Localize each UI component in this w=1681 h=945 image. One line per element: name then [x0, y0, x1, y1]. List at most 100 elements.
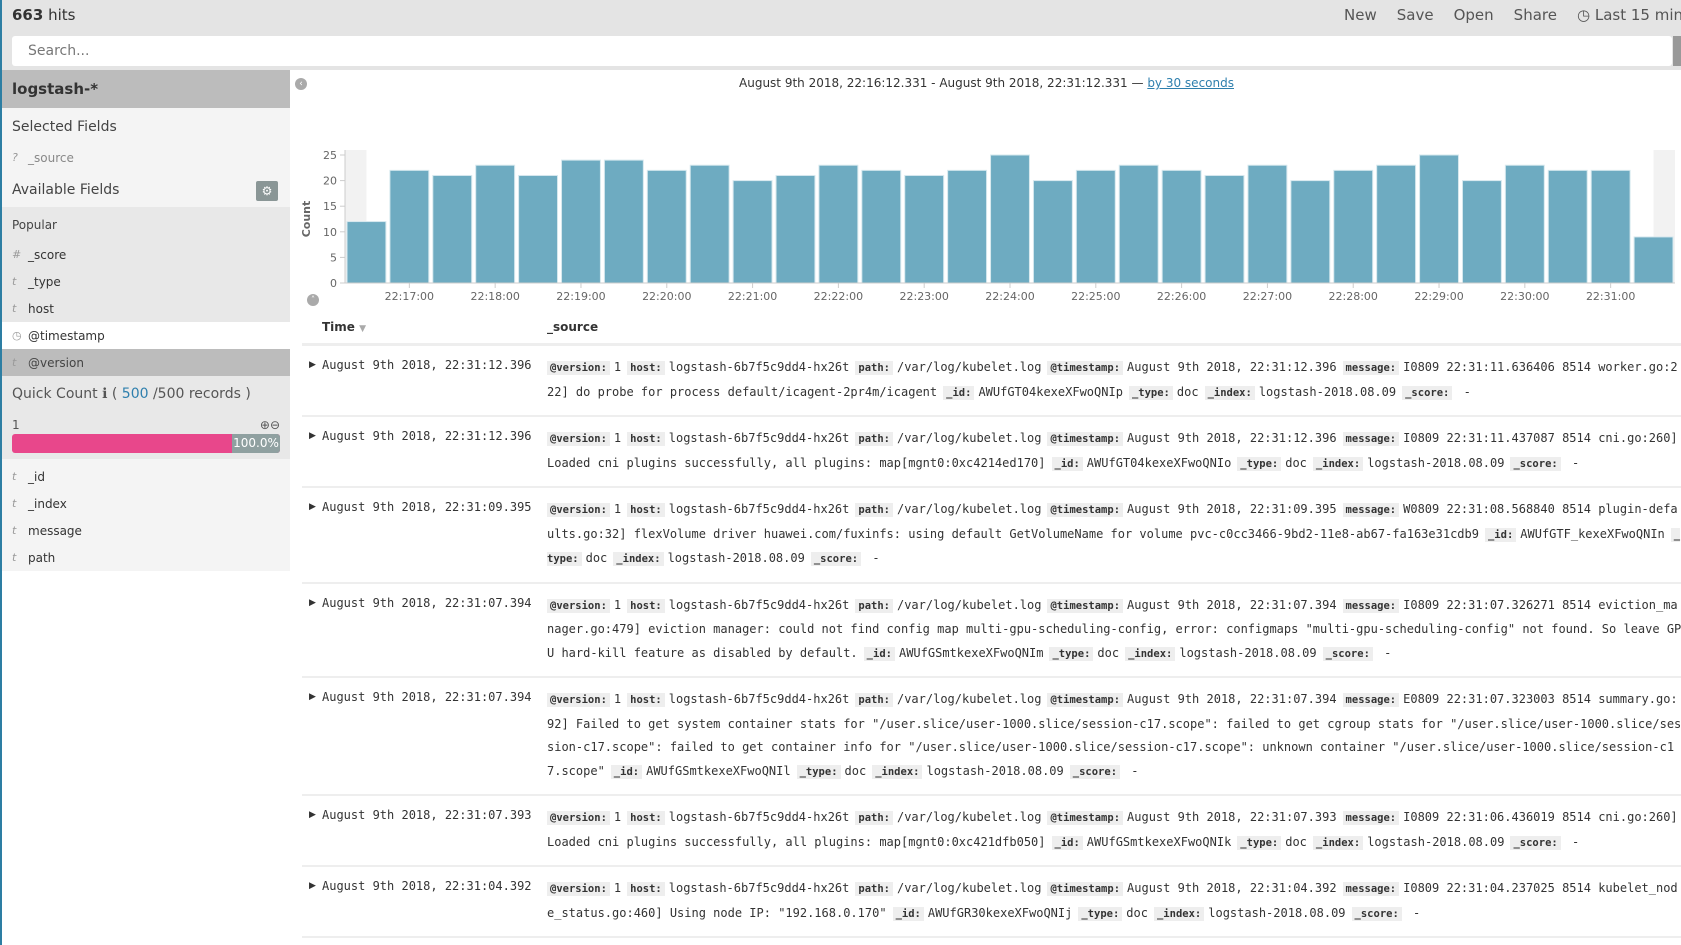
histogram-bar[interactable]: [990, 154, 1030, 284]
zoom-out-icon[interactable]: ⊖: [270, 418, 280, 432]
quick-count-records-link[interactable]: 500: [122, 386, 149, 402]
share-button[interactable]: Share: [1514, 6, 1557, 24]
histogram-bar[interactable]: [904, 174, 945, 284]
histogram-bar[interactable]: [1504, 164, 1545, 284]
histogram-bar[interactable]: [646, 169, 687, 284]
field-item-source[interactable]: ? _source: [2, 144, 290, 171]
histogram-bar[interactable]: [947, 169, 988, 284]
histogram-bar[interactable]: [346, 221, 387, 284]
field-item-timestamp[interactable]: ◷ @timestamp: [2, 322, 290, 349]
source-field-value: logstash-6b7f5c9dd4-hx26t: [668, 360, 850, 374]
source-field-key: host:: [627, 882, 665, 896]
field-item-path[interactable]: t path: [2, 544, 290, 571]
table-row[interactable]: ▶ August 9th 2018, 22:31:07.394 @version: 1…: [302, 584, 1681, 678]
source-field-value: -: [1564, 834, 1580, 849]
histogram-bar[interactable]: [775, 174, 816, 284]
string-type-icon: t: [12, 497, 17, 510]
field-item-message[interactable]: t message: [2, 517, 290, 544]
popular-fields-section: Popular # _score t _type t host ◷ @timestamp…: [2, 207, 290, 459]
histogram-bar[interactable]: [1247, 164, 1288, 284]
table-row[interactable]: ▶ August 9th 2018, 22:31:09.395 @version: 1…: [302, 488, 1681, 584]
new-button[interactable]: New: [1344, 6, 1377, 24]
open-button[interactable]: Open: [1454, 6, 1494, 24]
kibana-discover: 663 hits New Save Open Share ◷ Last 15 m…: [0, 0, 1681, 945]
expand-row-icon[interactable]: ▶: [309, 360, 316, 370]
expand-row-icon[interactable]: ▶: [309, 692, 316, 702]
x-tick-label: 22:24:00: [985, 290, 1034, 300]
index-pattern-selector[interactable]: logstash-*: [2, 70, 290, 108]
source-field-key: _type:: [1128, 385, 1173, 400]
search-submit-button[interactable]: [1673, 36, 1681, 66]
field-item-id[interactable]: t _id: [2, 463, 290, 490]
expand-row-icon[interactable]: ▶: [309, 810, 316, 820]
histogram-bar[interactable]: [732, 180, 773, 284]
histogram-bar[interactable]: [1075, 169, 1116, 284]
table-row[interactable]: ▶ August 9th 2018, 22:31:12.396 @version: 1…: [302, 346, 1681, 417]
source-field-value: -: [1405, 905, 1421, 920]
source-field-key: _index:: [1125, 646, 1176, 661]
histogram-bar[interactable]: [1419, 154, 1459, 284]
histogram-bar[interactable]: [1161, 169, 1202, 284]
x-tick-label: 22:22:00: [814, 290, 863, 300]
histogram-bar[interactable]: [1333, 169, 1374, 284]
source-field-key: @version:: [547, 361, 610, 375]
source-field-value: logstash-6b7f5c9dd4-hx26t: [668, 597, 850, 612]
expand-row-icon[interactable]: ▶: [309, 598, 316, 608]
histogram-bar[interactable]: [1290, 180, 1331, 284]
field-item-index[interactable]: t _index: [2, 490, 290, 517]
row-source: @version: 1 host: logstash-6b7f5c9dd4-hx26t…: [547, 877, 1681, 926]
quick-count-percent: 100.0%: [232, 434, 280, 453]
time-picker-button[interactable]: ◷ Last 15 min: [1577, 6, 1681, 24]
source-field-key: path:: [855, 882, 893, 896]
histogram-bar[interactable]: [818, 164, 859, 284]
field-item-host[interactable]: t host: [2, 295, 290, 322]
histogram-bar[interactable]: [432, 174, 473, 284]
histogram-bar[interactable]: [861, 169, 902, 284]
source-field-value: doc: [1126, 905, 1148, 920]
field-name: @timestamp: [28, 328, 105, 343]
histogram-bar[interactable]: [1376, 164, 1417, 284]
histogram-bar[interactable]: [561, 159, 601, 284]
table-row[interactable]: ▶ August 9th 2018, 22:31:12.396 @version: 1…: [302, 417, 1681, 488]
sort-down-icon[interactable]: ▼: [359, 324, 366, 334]
source-field-key: host:: [627, 361, 665, 375]
histogram-bar[interactable]: [603, 159, 644, 284]
save-button[interactable]: Save: [1397, 6, 1434, 24]
source-field-key: message:: [1342, 432, 1400, 446]
histogram-bar[interactable]: [1590, 169, 1631, 284]
time-column-header[interactable]: Time ▼: [322, 320, 366, 334]
expand-row-icon[interactable]: ▶: [309, 881, 316, 891]
gear-icon[interactable]: ⚙: [256, 181, 278, 201]
histogram-bar[interactable]: [1032, 180, 1073, 284]
expand-row-icon[interactable]: ▶: [309, 502, 316, 512]
histogram-bar[interactable]: [389, 169, 430, 284]
histogram-bar[interactable]: [1461, 180, 1502, 284]
discover-main: ‹ August 9th 2018, 22:16:12.331 - August…: [290, 70, 1681, 945]
field-item-version[interactable]: t @version: [2, 349, 290, 376]
expand-row-icon[interactable]: ▶: [309, 431, 316, 441]
interval-link[interactable]: by 30 seconds: [1147, 76, 1234, 90]
field-item-score[interactable]: # _score: [2, 241, 290, 268]
field-item-type[interactable]: t _type: [2, 268, 290, 295]
histogram-bar[interactable]: [1204, 174, 1245, 284]
info-icon: ℹ: [102, 386, 108, 402]
x-tick-label: 22:29:00: [1414, 290, 1463, 300]
table-row[interactable]: ▶ August 9th 2018, 22:31:07.394 @version: 1…: [302, 678, 1681, 796]
table-row[interactable]: ▶ August 9th 2018, 22:31:04.392 @version: 1…: [302, 867, 1681, 938]
quick-count-bar: 100.0%: [12, 434, 280, 453]
histogram-bar[interactable]: [1118, 164, 1159, 284]
histogram-bar[interactable]: [475, 164, 516, 284]
histogram-bar[interactable]: [1633, 236, 1674, 284]
search-input[interactable]: [12, 36, 1672, 66]
zoom-in-icon[interactable]: ⊕: [260, 418, 270, 432]
row-time: August 9th 2018, 22:31:12.396: [322, 358, 532, 372]
histogram-bar[interactable]: [1547, 169, 1588, 284]
source-field-value: 1: [613, 810, 622, 824]
histogram-bar[interactable]: [518, 174, 559, 284]
source-field-key: @timestamp:: [1047, 432, 1124, 446]
histogram-bar[interactable]: [689, 164, 730, 284]
collapse-chart-icon[interactable]: ˄: [307, 294, 319, 306]
source-field-value: /var/log/kubelet.log: [896, 692, 1042, 706]
table-row[interactable]: ▶ August 9th 2018, 22:31:07.393 @version: 1…: [302, 796, 1681, 867]
source-field-value: August 9th 2018, 22:31:12.396: [1127, 360, 1337, 374]
